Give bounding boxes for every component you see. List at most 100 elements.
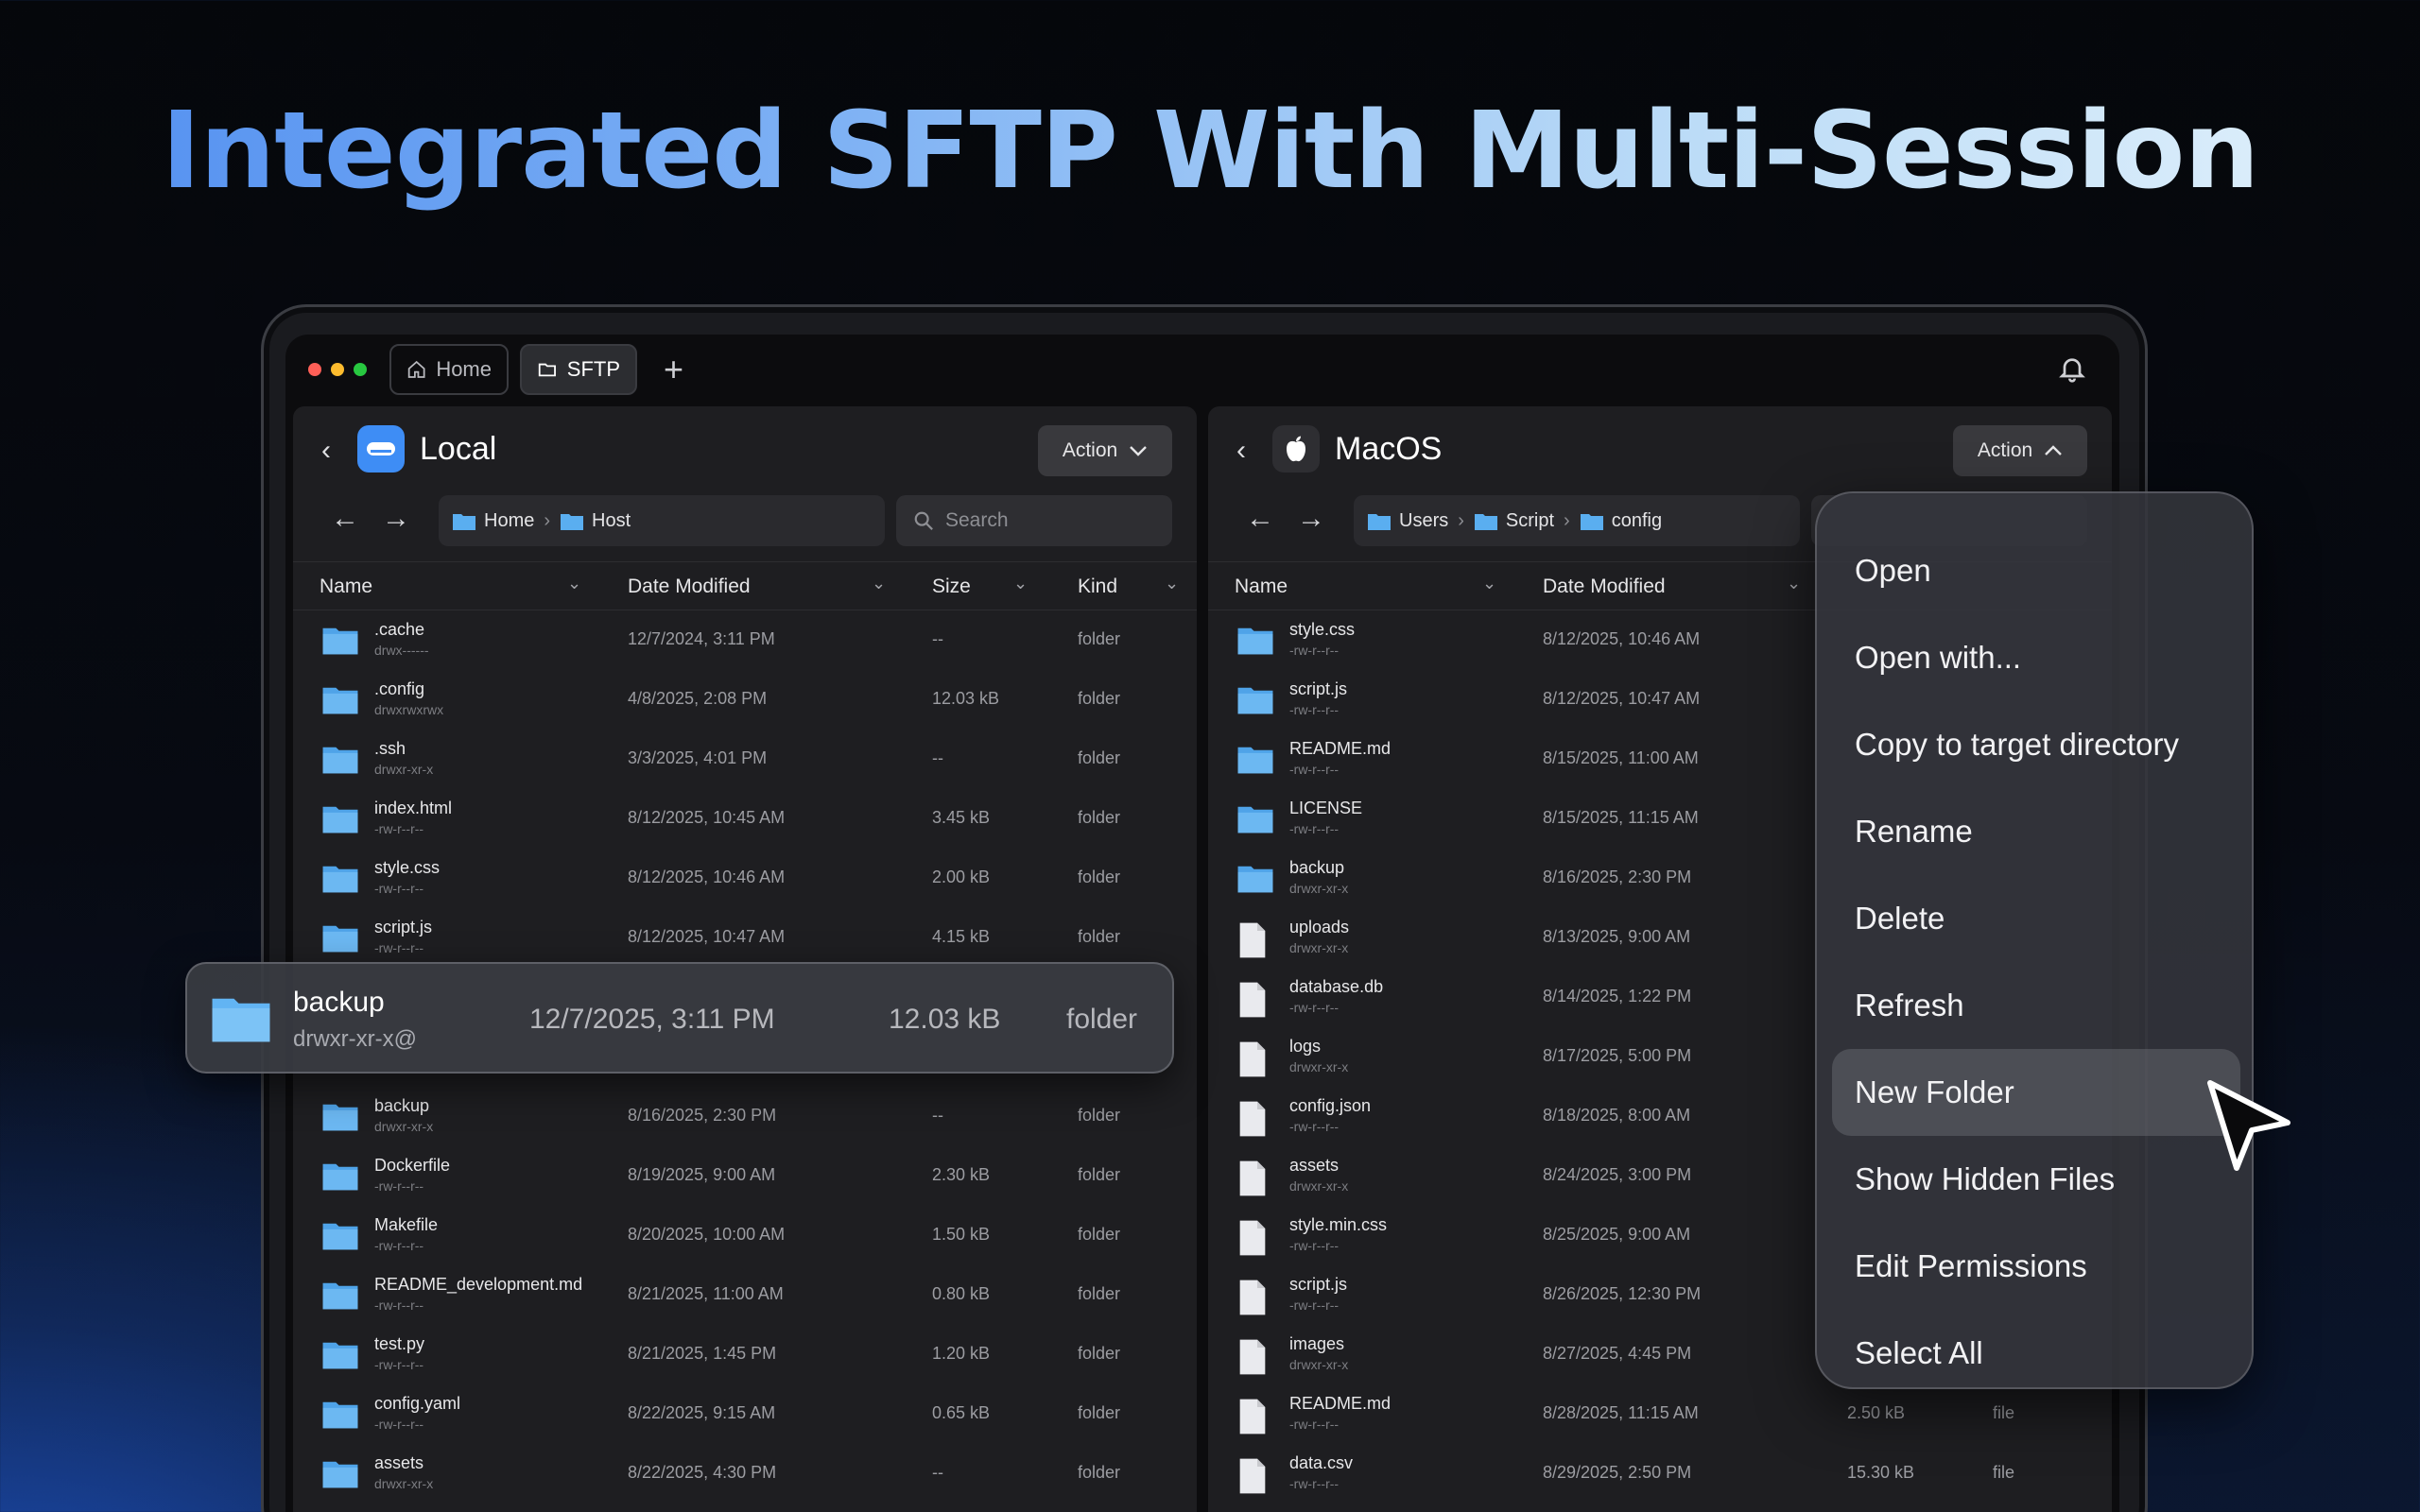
file-date: 8/16/2025, 2:30 PM (1543, 868, 1692, 886)
file-row[interactable]: Dockerfile -rw-r--r-- 8/19/2025, 9:00 AM 2.… (293, 1146, 1197, 1206)
folder-icon (1580, 514, 1603, 530)
file-row[interactable]: Makefile -rw-r--r-- 8/20/2025, 10:00 AM 1.5… (293, 1206, 1197, 1265)
file-row[interactable]: .config drwxrwxrwx 4/8/2025, 2:08 PM 12.03 … (293, 670, 1197, 730)
file-size: -- (932, 748, 943, 767)
file-row[interactable]: test.py -rw-r--r-- 8/21/2025, 1:45 PM 1.20 … (293, 1325, 1197, 1384)
notification-bell-icon[interactable] (2057, 353, 2087, 384)
folder-icon (538, 363, 556, 377)
file-row[interactable]: data.csv -rw-r--r-- 8/29/2025, 2:50 PM 15.3… (1208, 1444, 2112, 1503)
breadcrumb-config[interactable]: config (1580, 510, 1662, 532)
file-row[interactable]: backup drwxr-xr-x 8/16/2025, 2:30 PM -- fold… (293, 1087, 1197, 1146)
breadcrumb-home[interactable]: Home (452, 510, 534, 532)
breadcrumb-users-label: Users (1399, 509, 1449, 531)
file-name: Makefile (374, 1215, 439, 1234)
chevron-down-icon[interactable]: ⌄ (1482, 574, 1496, 593)
minimize-window-button[interactable] (331, 363, 344, 376)
column-name[interactable]: Name (1235, 576, 1288, 598)
dragged-file-row[interactable]: backup drwxr-xr-x@ 12/7/2025, 3:11 PM 12… (185, 962, 1174, 1074)
menu-item-copy-to-target-directory[interactable]: Copy to target directory (1832, 701, 2240, 788)
breadcrumb-host[interactable]: Host (560, 510, 631, 532)
file-row[interactable]: assets drwxr-xr-x 8/22/2025, 4:30 PM -- fold… (293, 1444, 1197, 1503)
file-kind: folder (1078, 629, 1121, 648)
column-date-modified[interactable]: Date Modified (1543, 576, 1666, 598)
file-row[interactable]: .ssh drwxr-xr-x 3/3/2025, 4:01 PM -- folder (293, 730, 1197, 789)
folder-icon (453, 514, 475, 530)
nav-forward-arrow-icon[interactable]: → (1297, 503, 1325, 535)
file-row[interactable]: script.js -rw-r--r-- 8/12/2025, 10:47 AM 4.… (293, 908, 1197, 968)
breadcrumb-script-label: Script (1505, 509, 1555, 531)
file-permissions: drwxr-xr-x (1289, 1059, 1349, 1074)
menu-item-open-with[interactable]: Open with... (1832, 614, 2240, 701)
close-window-button[interactable] (308, 363, 321, 376)
file-name: style.css (1289, 620, 1356, 639)
menu-item-select-all[interactable]: Select All (1832, 1310, 2240, 1397)
menu-item-new-folder[interactable]: New Folder (1832, 1049, 2240, 1136)
chevron-down-icon[interactable]: ⌄ (1013, 574, 1028, 593)
chevron-down-icon[interactable]: ⌄ (1787, 574, 1801, 593)
file-permissions: -rw-r--r-- (1289, 762, 1340, 777)
breadcrumb-users[interactable]: Users (1367, 510, 1448, 532)
back-icon[interactable]: ‹ (1236, 435, 1246, 467)
local-action-button[interactable]: Action (1038, 425, 1172, 476)
file-size: 4.15 kB (932, 927, 991, 946)
file-size: 2.30 kB (932, 1165, 991, 1184)
column-size[interactable]: Size (932, 576, 971, 598)
menu-item-refresh[interactable]: Refresh (1832, 962, 2240, 1049)
nav-back-arrow-icon[interactable]: ← (331, 503, 359, 535)
back-icon[interactable]: ‹ (321, 435, 331, 467)
menu-item-show-hidden-files[interactable]: Show Hidden Files (1832, 1136, 2240, 1223)
tab-sftp[interactable]: SFTP (520, 344, 637, 395)
file-name: style.css (374, 858, 441, 877)
file-name: script.js (374, 918, 433, 936)
file-size: -- (932, 1463, 943, 1482)
file-row[interactable]: config.yaml -rw-r--r-- 8/22/2025, 9:15 AM 0… (293, 1384, 1197, 1444)
drive-icon (357, 425, 405, 472)
file-permissions: -rw-r--r-- (374, 1297, 424, 1313)
column-kind[interactable]: Kind (1078, 576, 1117, 598)
file-date: 8/28/2025, 11:15 AM (1543, 1403, 1699, 1422)
menu-item-delete[interactable]: Delete (1832, 875, 2240, 962)
file-date: 8/24/2025, 3:00 PM (1543, 1165, 1692, 1184)
file-size: 1.20 kB (932, 1344, 991, 1363)
zoom-window-button[interactable] (354, 363, 367, 376)
menu-item-rename[interactable]: Rename (1832, 788, 2240, 875)
remote-action-button[interactable]: Action (1953, 425, 2087, 476)
file-permissions: drwxr-xr-x (1289, 881, 1349, 896)
menu-item-edit-permissions[interactable]: Edit Permissions (1832, 1223, 2240, 1310)
file-row[interactable]: README_development.md -rw-r--r-- 8/21/2025… (293, 1265, 1197, 1325)
file-name: .cache (374, 620, 425, 639)
nav-back-arrow-icon[interactable]: ← (1246, 503, 1274, 535)
breadcrumb-script[interactable]: Script (1474, 510, 1554, 532)
local-action-label: Action (1062, 439, 1118, 461)
nav-forward-arrow-icon[interactable]: → (382, 503, 410, 535)
file-date: 8/17/2025, 5:00 PM (1543, 1046, 1692, 1065)
file-row[interactable]: .cache drwx------ 12/7/2024, 3:11 PM -- fold… (293, 610, 1197, 670)
file-row[interactable]: index.html -rw-r--r-- 8/12/2025, 10:45 AM 3… (293, 789, 1197, 849)
dragged-file-size: 12.03 kB (889, 1004, 1001, 1035)
title-bar: Home SFTP + (285, 335, 2119, 406)
file-name: logs (1289, 1037, 1322, 1056)
folder-icon (1237, 866, 1273, 893)
file-icon (1239, 982, 1266, 1018)
column-date-modified[interactable]: Date Modified (628, 576, 751, 598)
tab-home[interactable]: Home (389, 344, 509, 395)
file-name: script.js (1289, 1275, 1348, 1294)
file-date: 12/7/2024, 3:11 PM (628, 629, 775, 648)
file-kind: folder (1078, 1403, 1121, 1422)
file-row[interactable]: style.css -rw-r--r-- 8/12/2025, 10:46 AM 2.… (293, 849, 1197, 908)
file-date: 8/29/2025, 2:50 PM (1543, 1463, 1692, 1482)
new-tab-button[interactable]: + (664, 350, 683, 389)
file-kind: folder (1078, 689, 1121, 708)
file-name: README_development.md (374, 1275, 583, 1294)
folder-icon (322, 1401, 358, 1429)
file-date: 8/14/2025, 1:22 PM (1543, 987, 1692, 1005)
file-permissions: -rw-r--r-- (1289, 1119, 1340, 1134)
column-name[interactable]: Name (320, 576, 372, 598)
search-input[interactable]: Search (896, 495, 1172, 546)
chevron-down-icon[interactable]: ⌄ (567, 574, 581, 593)
chevron-down-icon[interactable]: ⌄ (1165, 574, 1179, 593)
file-size: 1.50 kB (932, 1225, 991, 1244)
menu-item-open[interactable]: Open (1832, 527, 2240, 614)
mouse-cursor-icon (2207, 1080, 2290, 1171)
chevron-down-icon[interactable]: ⌄ (872, 574, 886, 593)
